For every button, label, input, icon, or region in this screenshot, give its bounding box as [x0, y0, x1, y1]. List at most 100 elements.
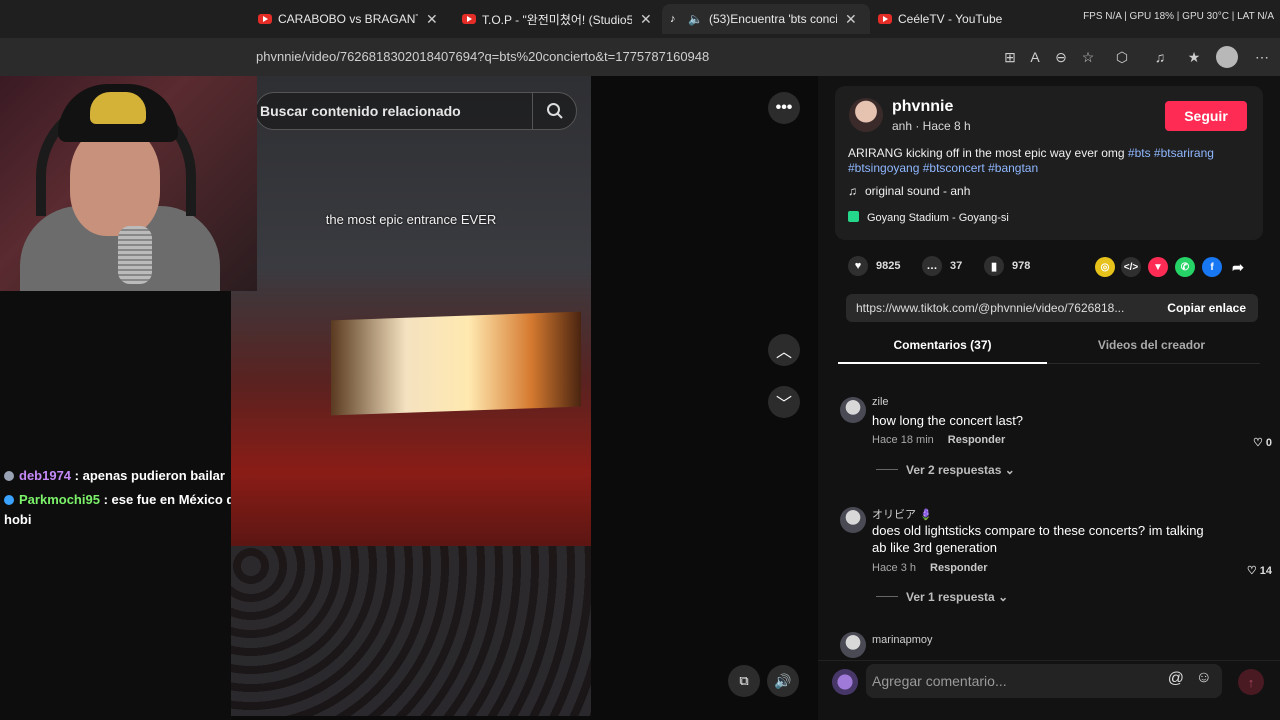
reply-button[interactable]: Responder	[930, 562, 987, 574]
comment-time: Hace 18 min	[872, 434, 934, 446]
heart-icon: ♡	[1246, 565, 1260, 577]
youtube-icon	[462, 14, 476, 24]
copy-link-button[interactable]: Copiar enlace	[1167, 301, 1246, 315]
chat-text-continued: hobi	[4, 512, 32, 527]
next-video-button[interactable]: ﹀	[768, 386, 800, 418]
comment-count: 37	[950, 260, 963, 272]
favorite-star-icon[interactable]: ☆	[1078, 47, 1098, 67]
chat-message: deb1974 : apenas pudieron bailar	[4, 466, 225, 486]
commenter-avatar[interactable]	[840, 507, 866, 533]
creator-avatar[interactable]	[849, 98, 883, 132]
youtube-icon	[878, 14, 892, 24]
description-text: ARIRANG kicking off in the most epic way…	[848, 146, 1128, 160]
location-pin-icon	[848, 211, 859, 222]
post-info-card: phvnnie anh · Hace 8 h Seguir ARIRANG ki…	[835, 86, 1263, 240]
browser-tab-bar: CARABOBO vs BRAGANTINO ✕ T.O.P - "완전미쳤어!…	[0, 0, 1280, 38]
tab-carabobo[interactable]: CARABOBO vs BRAGANTINO ✕	[258, 4, 450, 34]
video-caption: the most epic entrance EVER	[325, 212, 497, 227]
tab-comments[interactable]: Comentarios (37)	[838, 330, 1047, 364]
heart-icon: ♥	[848, 256, 868, 276]
search-icon	[546, 103, 563, 119]
extensions-icon[interactable]: ⬡	[1112, 47, 1132, 67]
pip-button[interactable]: ⧉	[728, 665, 760, 697]
facebook-icon[interactable]: f	[1202, 257, 1222, 277]
webcam-overlay	[0, 76, 257, 291]
speaker-icon: 🔈	[688, 12, 703, 26]
like-count: 9825	[876, 260, 901, 272]
send-comment-button[interactable]: ↑	[1238, 669, 1264, 695]
previous-video-button[interactable]: ︿	[768, 334, 800, 366]
badge-icon	[4, 471, 14, 481]
comment-stat[interactable]: … 37	[922, 256, 962, 276]
emoji-icon[interactable]: ☺	[1196, 669, 1212, 687]
sync-icon[interactable]: ♫	[1150, 47, 1170, 67]
search-button[interactable]	[532, 93, 576, 129]
sound-label: original sound - anh	[865, 184, 971, 198]
tab-ceeletv[interactable]: CeéleTV - YouTube	[878, 4, 1028, 34]
chevron-down-icon: ﹀	[775, 396, 792, 413]
close-icon[interactable]: ✕	[426, 11, 438, 28]
zoom-icon[interactable]: ⊖	[1051, 47, 1071, 67]
tab-creator-videos[interactable]: Videos del creador	[1047, 330, 1256, 364]
comment-icon: …	[922, 256, 942, 276]
youtube-icon	[258, 14, 272, 24]
share-coin-icon[interactable]: ◎	[1095, 257, 1115, 277]
volume-button[interactable]: 🔊	[767, 665, 799, 697]
page: deb1974 : apenas pudieron bailar Parkmoc…	[0, 76, 1280, 720]
view-replies-button[interactable]: Ver 1 respuesta ⌄	[876, 590, 1008, 604]
embed-icon[interactable]: </>	[1121, 257, 1141, 277]
search-input[interactable]: Buscar contenido relacionado	[260, 103, 461, 119]
comment-like[interactable]: ♡ 0	[1253, 436, 1272, 449]
comment-like-count: 0	[1265, 437, 1272, 449]
comment-composer: @ ☺ ↑	[818, 660, 1280, 720]
commenter-avatar[interactable]	[840, 632, 866, 658]
creator-username[interactable]: phvnnie	[892, 98, 953, 116]
location-link[interactable]: Goyang Stadium - Goyang-si	[848, 211, 1009, 224]
comment-time: Hace 3 h	[872, 562, 917, 574]
translate-icon[interactable]: A	[1025, 47, 1045, 67]
commenter-avatar[interactable]	[840, 397, 866, 423]
view-replies-button[interactable]: Ver 2 respuestas ⌄	[876, 463, 1015, 477]
tab-label: (53)Encuentra 'bts concierto'	[708, 12, 837, 26]
comment-input[interactable]	[872, 670, 1162, 692]
view-replies-label: Ver 1 respuesta	[906, 590, 995, 604]
view-replies-label: Ver 2 respuestas	[906, 463, 1002, 477]
close-icon[interactable]: ✕	[640, 11, 652, 28]
reply-button[interactable]: Responder	[948, 434, 1005, 446]
follow-button[interactable]: Seguir	[1165, 101, 1247, 131]
apps-icon[interactable]: ⊞	[1000, 47, 1020, 67]
url-field[interactable]: phvnnie/video/7626818302018407694?q=bts%…	[256, 49, 709, 64]
favorites-icon[interactable]: ★	[1184, 47, 1204, 67]
mention-icon[interactable]: @	[1168, 670, 1184, 688]
chat-user: Parkmochi95	[19, 492, 100, 507]
hashtags[interactable]: #bts #btsarirang	[1128, 146, 1214, 160]
send-to-friend-icon[interactable]: ▼	[1148, 257, 1168, 277]
profile-avatar[interactable]	[1216, 46, 1238, 68]
whatsapp-icon[interactable]: ✆	[1175, 257, 1195, 277]
more-menu-icon[interactable]: ⋯	[1252, 47, 1272, 67]
save-stat[interactable]: ▮ 978	[984, 256, 1030, 276]
commenter-name[interactable]: オリビア 🪻	[872, 506, 933, 522]
commenter-name[interactable]: zile	[872, 396, 889, 408]
commenter-name[interactable]: marinapmoy	[872, 634, 933, 646]
share-link-box: https://www.tiktok.com/@phvnnie/video/76…	[846, 294, 1258, 322]
related-search-box[interactable]: Buscar contenido relacionado	[255, 92, 577, 130]
crowd-image	[231, 546, 591, 716]
tab-top[interactable]: T.O.P - "완전미쳤어! (Studio54) ✕	[462, 4, 656, 34]
more-options-button[interactable]: •••	[768, 92, 800, 124]
comment-like-count: 14	[1259, 565, 1272, 577]
share-arrow-icon[interactable]: ➦	[1228, 257, 1248, 277]
video-player[interactable]	[231, 76, 591, 716]
close-icon[interactable]: ✕	[845, 11, 857, 28]
sound-link[interactable]: ♫ original sound - anh	[848, 184, 970, 198]
hashtags[interactable]: #btsingoyang #btsconcert #bangtan	[848, 161, 1038, 175]
comment-meta: Hace 3 h Responder	[872, 562, 988, 574]
tab-tiktok[interactable]: ♪ 🔈 (53)Encuentra 'bts concierto' ✕	[662, 4, 870, 34]
share-link[interactable]: https://www.tiktok.com/@phvnnie/video/76…	[856, 301, 1146, 315]
like-stat[interactable]: ♥ 9825	[848, 256, 900, 276]
stage-screen	[331, 311, 581, 416]
tab-label: CARABOBO vs BRAGANTINO	[278, 12, 418, 26]
comment-like[interactable]: ♡ 14	[1247, 564, 1272, 577]
chevron-up-icon: ︿	[775, 344, 792, 361]
save-count: 978	[1012, 260, 1031, 272]
